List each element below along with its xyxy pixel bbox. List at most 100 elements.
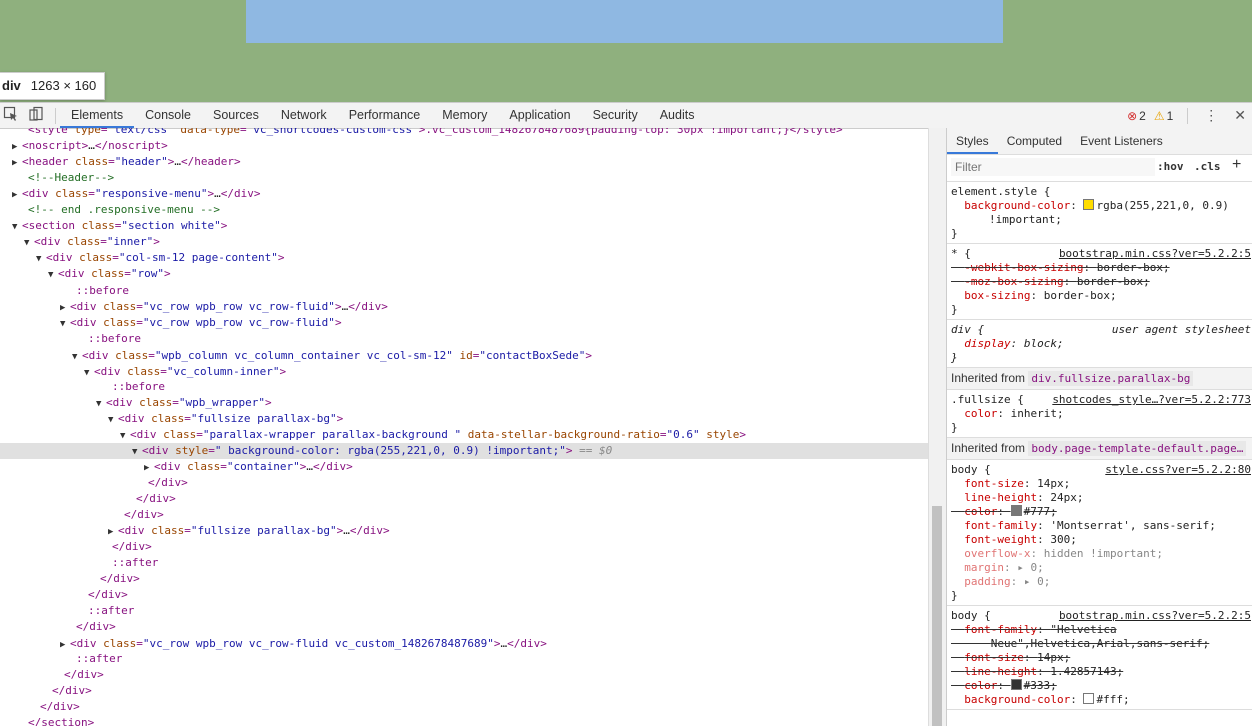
css-value[interactable]: border-box;	[1044, 289, 1117, 302]
dom-tree-node[interactable]: ::after	[0, 651, 928, 667]
css-value[interactable]: Neue",Helvetica,Arial,sans-serif;	[991, 637, 1210, 650]
css-value[interactable]: #333;	[1024, 679, 1057, 692]
tab-elements[interactable]: Elements	[60, 103, 135, 128]
dom-tree-node[interactable]: </div>	[0, 667, 928, 683]
css-property[interactable]: color	[964, 679, 997, 692]
css-property[interactable]: background-color	[964, 199, 1070, 212]
more-options-icon[interactable]: ⋮	[1204, 107, 1218, 124]
expanded-triangle-icon[interactable]: ▼	[48, 267, 58, 283]
dom-tree-node[interactable]: </div>	[0, 475, 928, 491]
expanded-triangle-icon[interactable]: ▼	[132, 444, 142, 460]
dom-tree-node[interactable]: ▼ <div class="parallax-wrapper parallax-b…	[0, 427, 928, 443]
expanded-triangle-icon[interactable]: ▼	[72, 349, 82, 365]
expanded-triangle-icon[interactable]: ▼	[24, 235, 34, 251]
css-property[interactable]: padding	[964, 575, 1010, 588]
tab-event-listeners[interactable]: Event Listeners	[1071, 128, 1172, 154]
selected-dom-node[interactable]: ▼ <div style=" background-color: rgba(255…	[0, 443, 928, 459]
css-property[interactable]: color	[964, 407, 997, 420]
tab-performance[interactable]: Performance	[338, 103, 432, 128]
tab-computed[interactable]: Computed	[998, 128, 1071, 154]
error-icon[interactable]: ⊗	[1127, 109, 1137, 123]
expanded-triangle-icon[interactable]: ▼	[36, 251, 46, 267]
expanded-triangle-icon[interactable]: ▼	[60, 316, 70, 332]
dom-tree-node[interactable]: </div>	[0, 507, 928, 523]
css-property[interactable]: line-height	[964, 665, 1037, 678]
tab-network[interactable]: Network	[270, 103, 338, 128]
css-property[interactable]: font-family	[964, 623, 1037, 636]
dom-tree-node[interactable]: <style type="text/css" data-type="vc_sho…	[0, 128, 928, 138]
css-value[interactable]: inherit;	[1011, 407, 1064, 420]
dom-tree-node[interactable]: <!--Header-->	[0, 170, 928, 186]
dom-tree-node[interactable]: </div>	[0, 587, 928, 603]
dom-tree-node[interactable]: </div>	[0, 619, 928, 635]
css-property[interactable]: color	[964, 505, 997, 518]
tab-console[interactable]: Console	[134, 103, 202, 128]
css-value[interactable]: 14px;	[1037, 477, 1070, 490]
dom-tree-node[interactable]: ▼ <div class="wpb_wrapper">	[0, 395, 928, 411]
dom-tree-node[interactable]: ▶ <div class="container">…</div>	[0, 459, 928, 475]
css-value[interactable]: 'Montserrat', sans-serif;	[1050, 519, 1216, 532]
css-value[interactable]: 1.42857143;	[1050, 665, 1123, 678]
tab-application[interactable]: Application	[498, 103, 581, 128]
css-property[interactable]: box-sizing	[964, 289, 1030, 302]
css-value[interactable]: rgba(255,221,0, 0.9)	[1096, 199, 1228, 212]
color-swatch[interactable]	[1083, 199, 1095, 210]
css-value[interactable]: #777;	[1024, 505, 1057, 518]
color-swatch[interactable]	[1083, 693, 1095, 704]
dom-tree-node[interactable]: </div>	[0, 491, 928, 507]
css-property[interactable]: font-size	[964, 477, 1024, 490]
dom-tree-node[interactable]: ▼ <div class="vc_column-inner">	[0, 364, 928, 380]
dom-tree-node[interactable]: ▼ <div class="inner">	[0, 234, 928, 250]
dom-tree-node[interactable]: ::after	[0, 555, 928, 571]
dom-tree-node[interactable]: ::before	[0, 331, 928, 347]
elements-scrollbar[interactable]	[928, 128, 946, 726]
dom-tree-node[interactable]: ▶ <div class="fullsize parallax-bg">…</di…	[0, 523, 928, 539]
dom-tree-node[interactable]: </div>	[0, 683, 928, 699]
css-value[interactable]: ▸ 0;	[1017, 561, 1044, 574]
hover-state-toggle[interactable]: :hov	[1157, 160, 1184, 173]
collapsed-triangle-icon[interactable]: ▶	[12, 139, 22, 155]
css-value[interactable]: border-box;	[1077, 275, 1150, 288]
css-property[interactable]: font-family	[964, 519, 1037, 532]
elements-scroll-thumb[interactable]	[932, 506, 942, 726]
css-value[interactable]: hidden !important;	[1044, 547, 1163, 560]
css-property[interactable]: margin	[964, 561, 1004, 574]
dom-tree-node[interactable]: ▼ <div class="col-sm-12 page-content">	[0, 250, 928, 266]
css-property[interactable]: line-height	[964, 491, 1037, 504]
css-property[interactable]: font-weight	[964, 533, 1037, 546]
expanded-triangle-icon[interactable]: ▼	[12, 219, 22, 235]
dom-tree-node[interactable]: </div>	[0, 539, 928, 555]
dom-tree-node[interactable]: <!-- end .responsive-menu -->	[0, 202, 928, 218]
dom-tree-node[interactable]: ▼ <div class="vc_row wpb_row vc_row-fluid…	[0, 315, 928, 331]
inherited-node-link[interactable]: div.fullsize.parallax-bg	[1028, 371, 1194, 386]
error-count[interactable]: 2	[1139, 109, 1146, 123]
warning-count[interactable]: 1	[1167, 109, 1174, 123]
css-value[interactable]: 300;	[1050, 533, 1077, 546]
inherited-node-link[interactable]: body.page-template-default.page…	[1028, 441, 1247, 456]
css-property[interactable]: -moz-box-sizing	[964, 275, 1063, 288]
css-property[interactable]: background-color	[964, 693, 1070, 706]
dom-tree-node[interactable]: ▶ <div class="vc_row wpb_row vc_row-fluid…	[0, 299, 928, 315]
new-rule-button[interactable]: +	[1232, 156, 1241, 174]
dom-tree-node[interactable]: ▶ <noscript>…</noscript>	[0, 138, 928, 154]
expanded-triangle-icon[interactable]: ▼	[108, 412, 118, 428]
collapsed-triangle-icon[interactable]: ▶	[12, 155, 22, 171]
dom-tree-node[interactable]: ::before	[0, 283, 928, 299]
tab-memory[interactable]: Memory	[431, 103, 498, 128]
dom-tree-node[interactable]: </section>	[0, 715, 928, 726]
expanded-triangle-icon[interactable]: ▼	[96, 396, 106, 412]
collapsed-triangle-icon[interactable]: ▶	[12, 187, 22, 203]
styles-filter-input[interactable]	[951, 158, 1155, 176]
css-value[interactable]: "Helvetica	[1050, 623, 1116, 636]
color-swatch[interactable]	[1010, 679, 1022, 690]
dom-tree-node[interactable]: </div>	[0, 699, 928, 715]
tab-security[interactable]: Security	[582, 103, 649, 128]
css-value[interactable]: 14px;	[1037, 651, 1070, 664]
dom-tree-node[interactable]: </div>	[0, 571, 928, 587]
color-swatch[interactable]	[1010, 505, 1022, 516]
css-property[interactable]: font-size	[964, 651, 1024, 664]
class-toggle[interactable]: .cls	[1194, 160, 1221, 173]
collapsed-triangle-icon[interactable]: ▶	[60, 300, 70, 316]
css-value[interactable]: #fff;	[1096, 693, 1129, 706]
dom-tree-node[interactable]: ▼ <div class="wpb_column vc_column_contai…	[0, 348, 928, 364]
